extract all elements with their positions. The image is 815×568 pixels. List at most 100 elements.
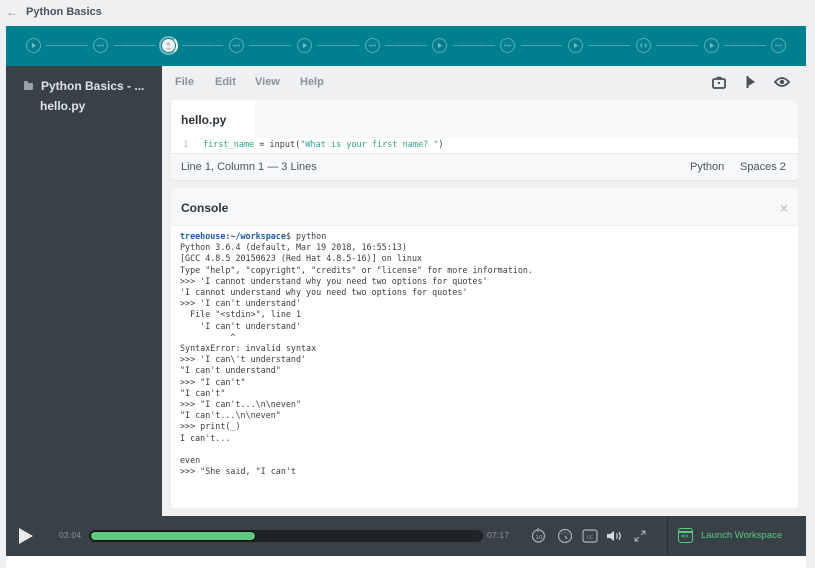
workspace-main: File Edit View Help hello.py 1 first_name…	[162, 66, 806, 516]
sidebar-folder-label: Python Basics - ...	[41, 79, 145, 93]
course-step-quiz[interactable]	[93, 38, 109, 53]
course-step-code[interactable]	[635, 38, 651, 53]
workspace-icon: <>	[678, 528, 693, 543]
sidebar-file-label: hello.py	[40, 99, 86, 113]
console-line: SyntaxError: invalid syntax	[180, 343, 317, 354]
prompt-command: $ python	[285, 231, 327, 241]
step-connector	[181, 45, 224, 46]
step-connector	[520, 45, 563, 46]
prompt-path: :~/workspace	[225, 231, 286, 241]
closed-captions-icon[interactable]: cc	[581, 527, 599, 545]
course-step-video[interactable]	[25, 38, 41, 53]
ellipsis-circle-icon	[368, 41, 377, 50]
current-time: 03:04	[59, 530, 82, 540]
code-string: "What is your first name? "	[300, 140, 439, 150]
console-line: "I can't...\n\neven"	[180, 410, 281, 421]
arrow-left-icon[interactable]: ←	[6, 5, 18, 19]
console-line: Type "help", "copyright", "credits" or "…	[180, 264, 533, 275]
video-player-bar: 03:04 07:17 10 cc <> Launch Workspace	[6, 516, 806, 556]
menu-view[interactable]: View	[255, 76, 280, 88]
console-title: Console	[181, 201, 229, 215]
console-line: even	[180, 455, 201, 466]
play-circle-icon	[300, 41, 309, 50]
console-output[interactable]: treehouse:~/workspace$ python Python 3.6.…	[180, 231, 533, 477]
cursor-position: Line 1, Column 1 — 3 Lines	[181, 161, 317, 173]
ellipsis-circle-icon	[232, 41, 241, 50]
step-connector	[317, 45, 359, 46]
code-circle-icon	[639, 41, 648, 50]
course-step-video[interactable]	[703, 38, 719, 53]
play-circle-icon	[571, 41, 580, 50]
console-line: >>> "She said, "I can't	[180, 466, 296, 477]
prompt-user: treehouse	[180, 231, 226, 241]
code-end: )	[438, 140, 444, 150]
step-connector	[588, 45, 631, 46]
console-line: File "<stdin>", line 1	[180, 309, 302, 320]
progress-fill	[91, 532, 255, 540]
step-connector	[724, 45, 766, 46]
course-step-current[interactable]	[159, 36, 179, 55]
indent-setting[interactable]: Spaces 2	[740, 161, 786, 173]
launch-workspace-label: Launch Workspace	[701, 530, 783, 541]
total-time: 07:17	[487, 530, 510, 540]
course-step-video[interactable]	[296, 38, 312, 53]
menu-edit[interactable]: Edit	[215, 76, 236, 88]
file-sidebar: Python Basics - ... hello.py	[6, 66, 162, 516]
fullscreen-icon[interactable]	[631, 527, 649, 545]
menu-file[interactable]: File	[175, 76, 194, 88]
step-connector	[113, 45, 156, 46]
course-step-quiz[interactable]	[500, 38, 516, 53]
course-title[interactable]: Python Basics	[26, 6, 102, 18]
breadcrumb[interactable]: ← Python Basics	[6, 4, 102, 20]
ellipsis-circle-icon	[503, 41, 512, 50]
console-line: >>> 'I can't understand'	[180, 298, 302, 309]
course-step-quiz[interactable]	[771, 38, 787, 53]
rewind-10-icon[interactable]: 10	[530, 527, 548, 545]
console-line: 'I cannot understand why you need two op…	[180, 287, 468, 298]
page-footer-area	[6, 556, 806, 568]
console-line: "I can't"	[180, 387, 226, 398]
code-editor: hello.py 1 first_name = input("What is yo…	[171, 100, 798, 180]
sidebar-folder[interactable]: Python Basics - ...	[24, 79, 144, 93]
code-operator: = input(	[254, 140, 301, 150]
course-step-quiz[interactable]	[364, 38, 380, 53]
volume-icon[interactable]	[606, 527, 624, 545]
console-line: >>> print(_)	[180, 421, 241, 432]
play-icon[interactable]	[19, 528, 33, 544]
step-connector	[249, 45, 292, 46]
language-mode[interactable]: Python	[690, 161, 724, 173]
console-line: >>> "I can't"	[180, 376, 246, 387]
editor-status-bar: Line 1, Column 1 — 3 Lines Python Spaces…	[171, 153, 798, 180]
console-prompt-line: treehouse:~/workspace$ python	[180, 231, 533, 242]
line-number: 1	[183, 140, 189, 150]
console-line: >>> 'I cannot understand why you need tw…	[180, 275, 488, 286]
console-line: Python 3.6.4 (default, Mar 19 2018, 16:5…	[180, 242, 407, 253]
person-icon	[164, 41, 173, 50]
course-step-quiz[interactable]	[228, 38, 244, 53]
ellipsis-circle-icon	[774, 41, 783, 50]
console-line: "I can't understand"	[180, 365, 281, 376]
close-icon[interactable]: ×	[780, 200, 788, 216]
speed-icon[interactable]	[556, 527, 574, 545]
fork-icon[interactable]	[743, 74, 759, 90]
play-circle-icon	[435, 41, 444, 50]
console-line: >>> "I can't...\n\neven"	[180, 399, 302, 410]
editor-tab-hello-py[interactable]: hello.py	[171, 100, 255, 138]
share-snapshot-icon[interactable]	[711, 74, 727, 90]
console-panel[interactable]: Console × treehouse:~/workspace$ python P…	[171, 188, 798, 508]
step-connector	[385, 45, 427, 46]
console-line: [GCC 4.8.5 20150623 (Red Hat 4.8.5-16)] …	[180, 253, 423, 264]
menu-bar: File Edit View Help	[162, 66, 806, 98]
course-step-video[interactable]	[567, 38, 583, 53]
course-step-video[interactable]	[432, 38, 448, 53]
menu-help[interactable]: Help	[300, 76, 324, 88]
sidebar-file-hello-py[interactable]: hello.py	[40, 99, 85, 113]
svg-text:cc: cc	[587, 535, 593, 541]
preview-eye-icon[interactable]	[774, 74, 790, 90]
code-line[interactable]: 1 first_name = input("What is your first …	[171, 138, 798, 153]
svg-text:10: 10	[536, 535, 543, 541]
progress-bar[interactable]	[89, 530, 483, 542]
launch-workspace-button[interactable]: <> Launch Workspace	[678, 528, 782, 543]
console-header: Console ×	[171, 188, 798, 226]
